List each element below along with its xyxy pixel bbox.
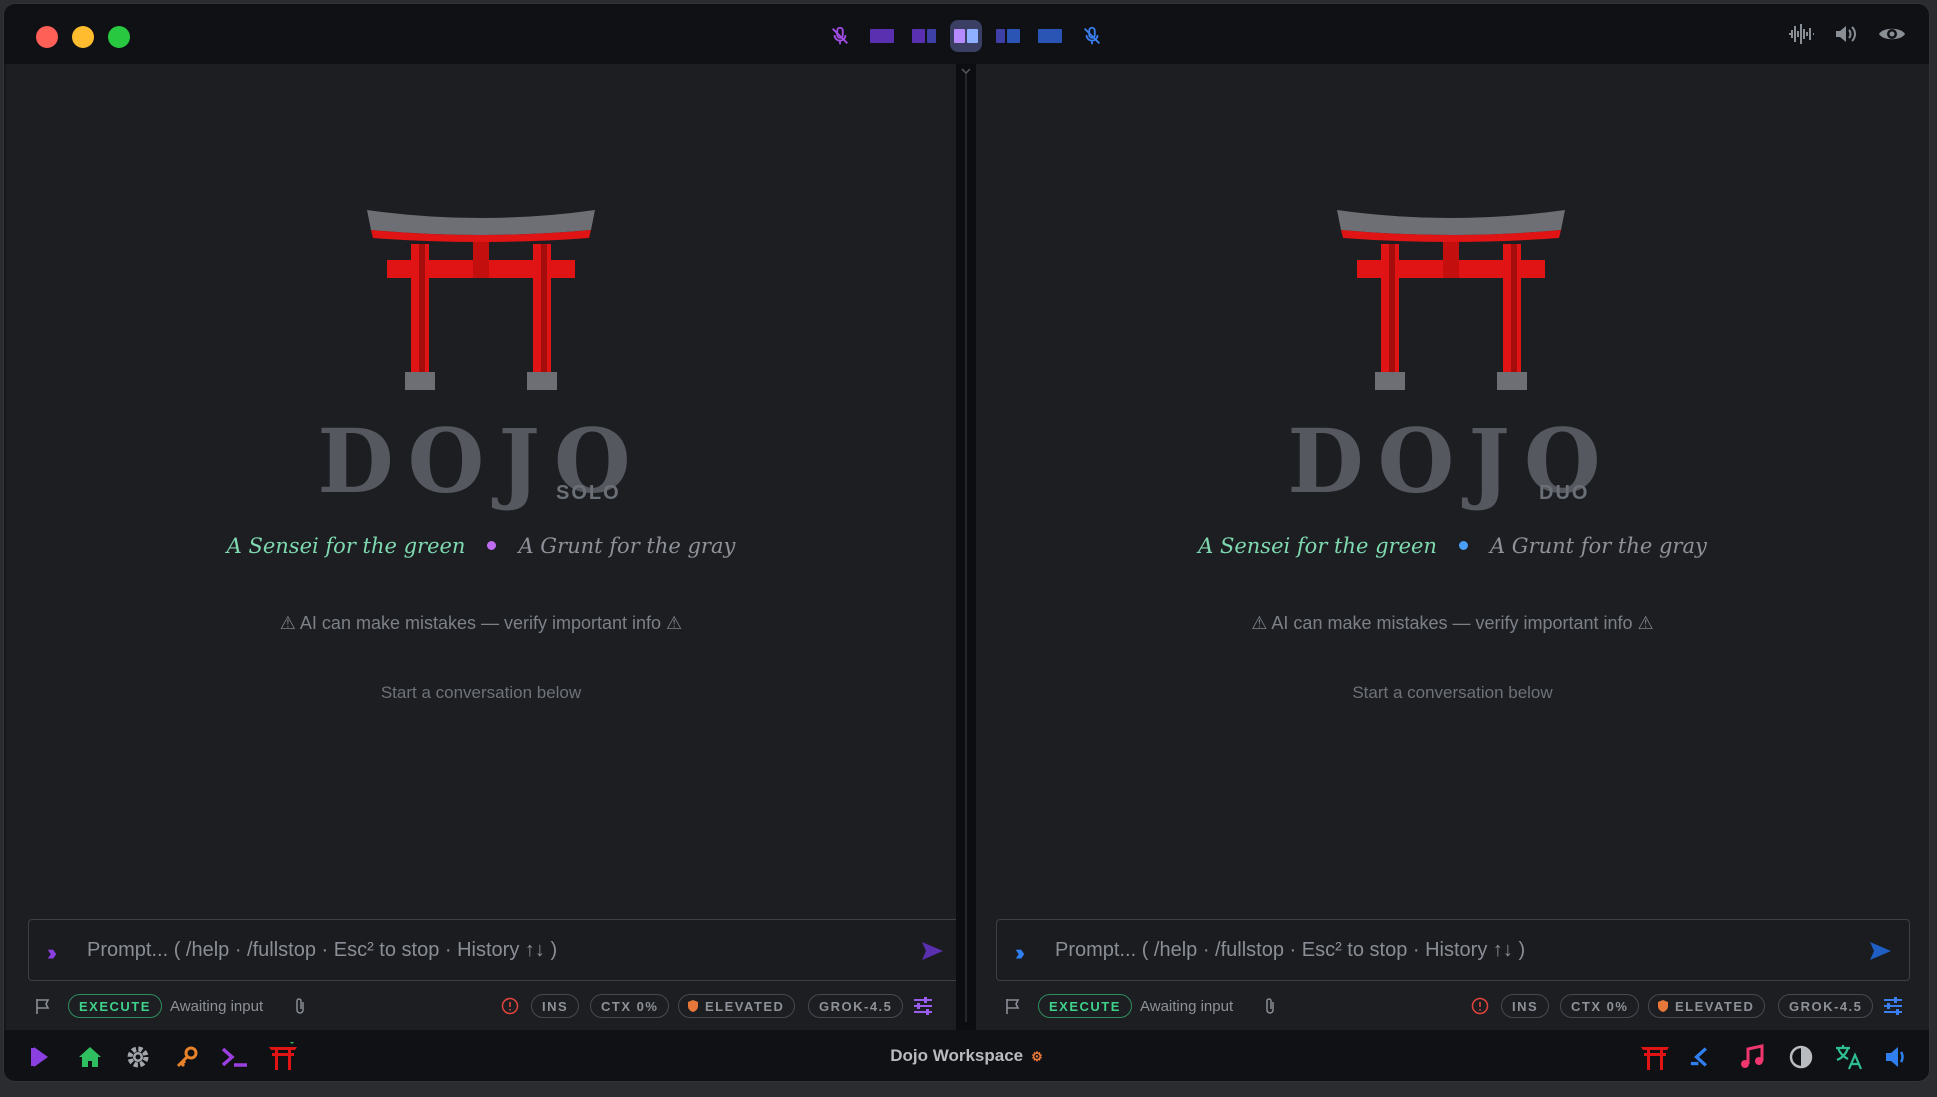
contrast-icon[interactable] (1786, 1042, 1816, 1072)
model-badge[interactable]: GROK-4.5 (1778, 994, 1874, 1018)
app-window: DOJO SOLO A Sensei for the green A Grunt … (3, 3, 1930, 1082)
info-icon[interactable] (501, 994, 519, 1018)
torii-icon[interactable] (1640, 1042, 1670, 1072)
translate-icon[interactable] (1834, 1042, 1864, 1072)
layout-single-left-button[interactable] (866, 20, 898, 52)
elevated-label: ELEVATED (1675, 998, 1755, 1014)
dojo-flag-icon[interactable] (26, 1042, 56, 1072)
mic-off-left-icon[interactable] (824, 20, 856, 52)
code-icon[interactable] (1689, 1042, 1719, 1072)
close-window-button[interactable] (36, 26, 58, 48)
mic-off-right-icon[interactable] (1076, 20, 1108, 52)
layout-split-equal-button[interactable] (950, 20, 982, 52)
elevated-label: ELEVATED (705, 998, 785, 1014)
send-icon[interactable] (919, 938, 945, 964)
chat-pane-duo: DOJO DUO A Sensei for the green A Grunt f… (976, 64, 1929, 1030)
flag-icon[interactable] (34, 994, 52, 1018)
eye-icon[interactable] (1877, 23, 1907, 50)
tagline-grunt: A Grunt for the gray (518, 534, 736, 558)
start-hint: Start a conversation below (380, 683, 582, 702)
ins-badge[interactable]: INS (531, 994, 580, 1018)
elevated-badge[interactable]: ELEVATED (678, 994, 796, 1018)
mode-subtitle: SOLO (556, 482, 621, 504)
status-bar: EXECUTE Awaiting input INS CTX 0% ELEVAT… (976, 994, 1929, 1024)
info-icon[interactable] (1471, 994, 1489, 1018)
status-dot-icon: ⚙ (1031, 1049, 1043, 1064)
settings-sliders-icon[interactable] (912, 994, 934, 1018)
tagline: A Sensei for the green A Grunt for the gr… (6, 534, 956, 558)
layout-single-right-button[interactable] (1034, 20, 1066, 52)
mode-subtitle: DUO (1539, 482, 1590, 504)
waveform-icon[interactable] (1787, 22, 1815, 51)
pane-divider[interactable] (956, 64, 976, 1030)
model-badge[interactable]: GROK-4.5 (808, 994, 904, 1018)
bottom-taskbar: Dojo Workspace ⚙ (4, 1030, 1929, 1081)
ins-badge[interactable]: INS (1501, 994, 1550, 1018)
execute-badge[interactable]: EXECUTE (68, 994, 162, 1018)
prompt-chevron-icon: ››› (1015, 940, 1025, 965)
prompt-input[interactable] (87, 934, 899, 966)
torii-gate-logo (367, 210, 595, 390)
ai-warning: ⚠ AI can make mistakes — verify importan… (1251, 613, 1654, 633)
tagline-grunt: A Grunt for the gray (1489, 534, 1707, 558)
chat-pane-solo: DOJO SOLO A Sensei for the green A Grunt … (6, 64, 962, 1030)
home-icon[interactable] (75, 1042, 105, 1072)
ai-warning: ⚠ AI can make mistakes — verify importan… (279, 613, 683, 633)
minimize-window-button[interactable] (72, 26, 94, 48)
ctx-badge[interactable]: CTX 0% (590, 994, 670, 1018)
torii-gate-logo (1337, 210, 1565, 390)
start-hint: Start a conversation below (1352, 683, 1553, 702)
layout-split-right-button[interactable] (992, 20, 1024, 52)
layout-split-left-button[interactable] (908, 20, 940, 52)
speaker-icon[interactable] (1882, 1042, 1912, 1072)
tagline-dot (1458, 541, 1468, 550)
title-bar (4, 4, 1929, 64)
status-bar: EXECUTE Awaiting input INS CTX 0% ELEVAT… (6, 994, 956, 1024)
prompt-box: ››› (996, 919, 1910, 981)
execute-badge[interactable]: EXECUTE (1038, 994, 1132, 1018)
send-icon[interactable] (1867, 938, 1893, 964)
attach-icon[interactable] (1263, 994, 1277, 1018)
ctx-badge[interactable]: CTX 0% (1560, 994, 1640, 1018)
gear-icon[interactable] (123, 1042, 153, 1072)
volume-icon[interactable] (1833, 22, 1859, 51)
layout-toolbar (824, 20, 1108, 52)
elevated-badge[interactable]: ELEVATED (1648, 994, 1766, 1018)
prompt-box: ››› (28, 919, 962, 981)
torii-icon[interactable] (268, 1042, 298, 1072)
awaiting-status: Awaiting input (1140, 997, 1234, 1015)
key-icon[interactable] (172, 1042, 202, 1072)
tagline: A Sensei for the green A Grunt for the gr… (976, 534, 1929, 558)
maximize-window-button[interactable] (108, 26, 130, 48)
title-right-controls (1787, 22, 1907, 51)
tagline-sensei: A Sensei for the green (226, 534, 466, 558)
flag-icon[interactable] (1004, 994, 1022, 1018)
attach-icon[interactable] (293, 994, 307, 1018)
tagline-sensei: A Sensei for the green (1198, 534, 1437, 558)
prompt-chevron-icon: ››› (47, 940, 57, 965)
settings-sliders-icon[interactable] (1882, 994, 1904, 1018)
tagline-dot (487, 541, 497, 550)
chevron-down-icon[interactable] (961, 68, 971, 74)
awaiting-status: Awaiting input (170, 997, 264, 1015)
workspace-title-text: Dojo Workspace (890, 1046, 1024, 1065)
music-icon[interactable] (1737, 1042, 1767, 1072)
terminal-icon[interactable] (220, 1042, 250, 1072)
prompt-input[interactable] (1055, 934, 1847, 966)
